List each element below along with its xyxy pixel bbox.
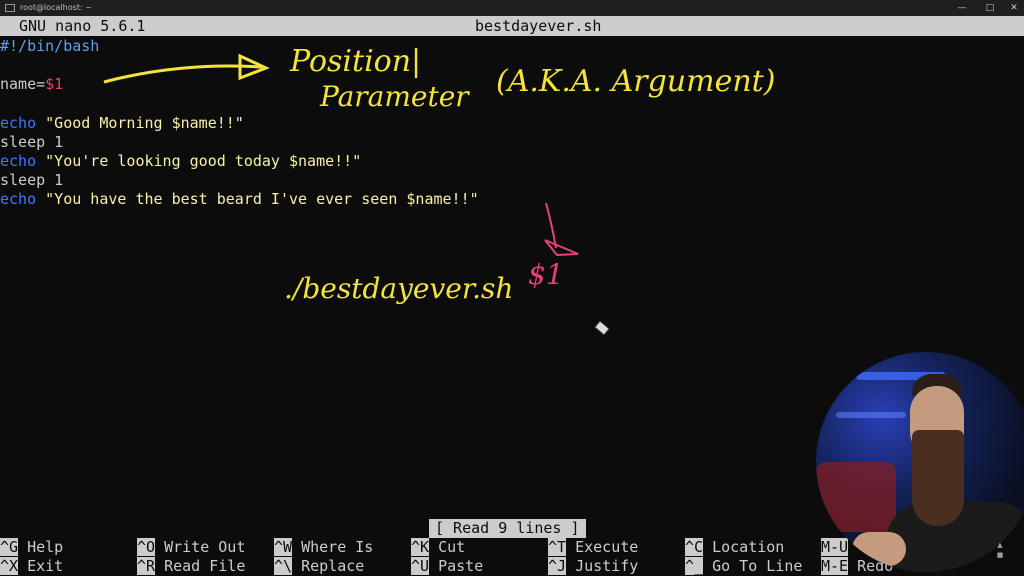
status-message: [ Read 9 lines ] (429, 519, 586, 538)
shortcut-exit[interactable]: ^X Exit (0, 557, 63, 576)
cursor-icon (594, 320, 610, 336)
shortcut-cut[interactable]: ^K Cut (411, 538, 465, 557)
yellow-arrow-shaft (103, 64, 263, 84)
annotation-aka: (A.K.A. Argument) (496, 64, 776, 99)
presenter-beard (912, 430, 964, 526)
shortcut-read-file[interactable]: ^R Read File (137, 557, 245, 576)
shortcut-go-to-line[interactable]: ^_ Go To Line (685, 557, 802, 576)
annotation-arg: $1 (528, 258, 564, 291)
shortcut-execute[interactable]: ^T Execute (548, 538, 638, 557)
neon-light (836, 412, 906, 418)
webcam-overlay (816, 352, 1024, 572)
shortcut-undo[interactable]: M-U (821, 538, 849, 557)
shortcut-help[interactable]: ^G Help (0, 538, 63, 557)
pink-arrow-head (544, 239, 579, 257)
presenter-hand (852, 532, 906, 566)
shortcut-location[interactable]: ^C Location (685, 538, 784, 557)
annotation-positional: Position| (290, 44, 422, 79)
annotation-parameter: Parameter (320, 80, 469, 113)
shortcut-replace[interactable]: ^\ Replace (274, 557, 364, 576)
shortcut-paste[interactable]: ^U Paste (411, 557, 483, 576)
shortcut-write-out[interactable]: ^O Write Out (137, 538, 245, 557)
background-glow (816, 462, 896, 532)
shortcut-justify[interactable]: ^J Justify (548, 557, 638, 576)
channel-logo-icon: ▲ ■ (996, 541, 1004, 559)
annotation-command: ./bestdayever.sh (284, 272, 514, 305)
shortcut-where-is[interactable]: ^W Where Is (274, 538, 373, 557)
